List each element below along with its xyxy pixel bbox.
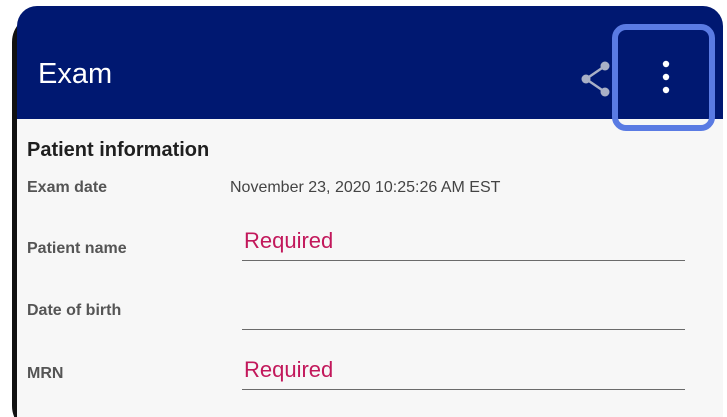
patient-name-label: Patient name bbox=[27, 240, 127, 257]
exam-date-value: November 23, 2020 10:25:26 AM EST bbox=[230, 179, 501, 196]
screen: Exam Patient information Exam date Novem… bbox=[17, 6, 723, 417]
more-vert-icon[interactable] bbox=[656, 58, 676, 96]
mrn-label: MRN bbox=[27, 365, 64, 382]
patient-name-placeholder: Required bbox=[244, 228, 334, 253]
app-title: Exam bbox=[38, 58, 113, 90]
mrn-field[interactable]: Required bbox=[242, 357, 685, 390]
patient-name-field[interactable]: Required bbox=[242, 228, 685, 261]
mrn-placeholder: Required bbox=[244, 357, 334, 382]
date-of-birth-label: Date of birth bbox=[27, 302, 122, 319]
share-icon[interactable] bbox=[580, 61, 612, 97]
date-of-birth-field[interactable] bbox=[242, 298, 685, 330]
section-title: Patient information bbox=[27, 139, 210, 161]
patient-info-form: Patient information Exam date November 2… bbox=[17, 119, 723, 417]
app-bar: Exam bbox=[17, 6, 723, 119]
exam-date-label: Exam date bbox=[27, 179, 108, 196]
